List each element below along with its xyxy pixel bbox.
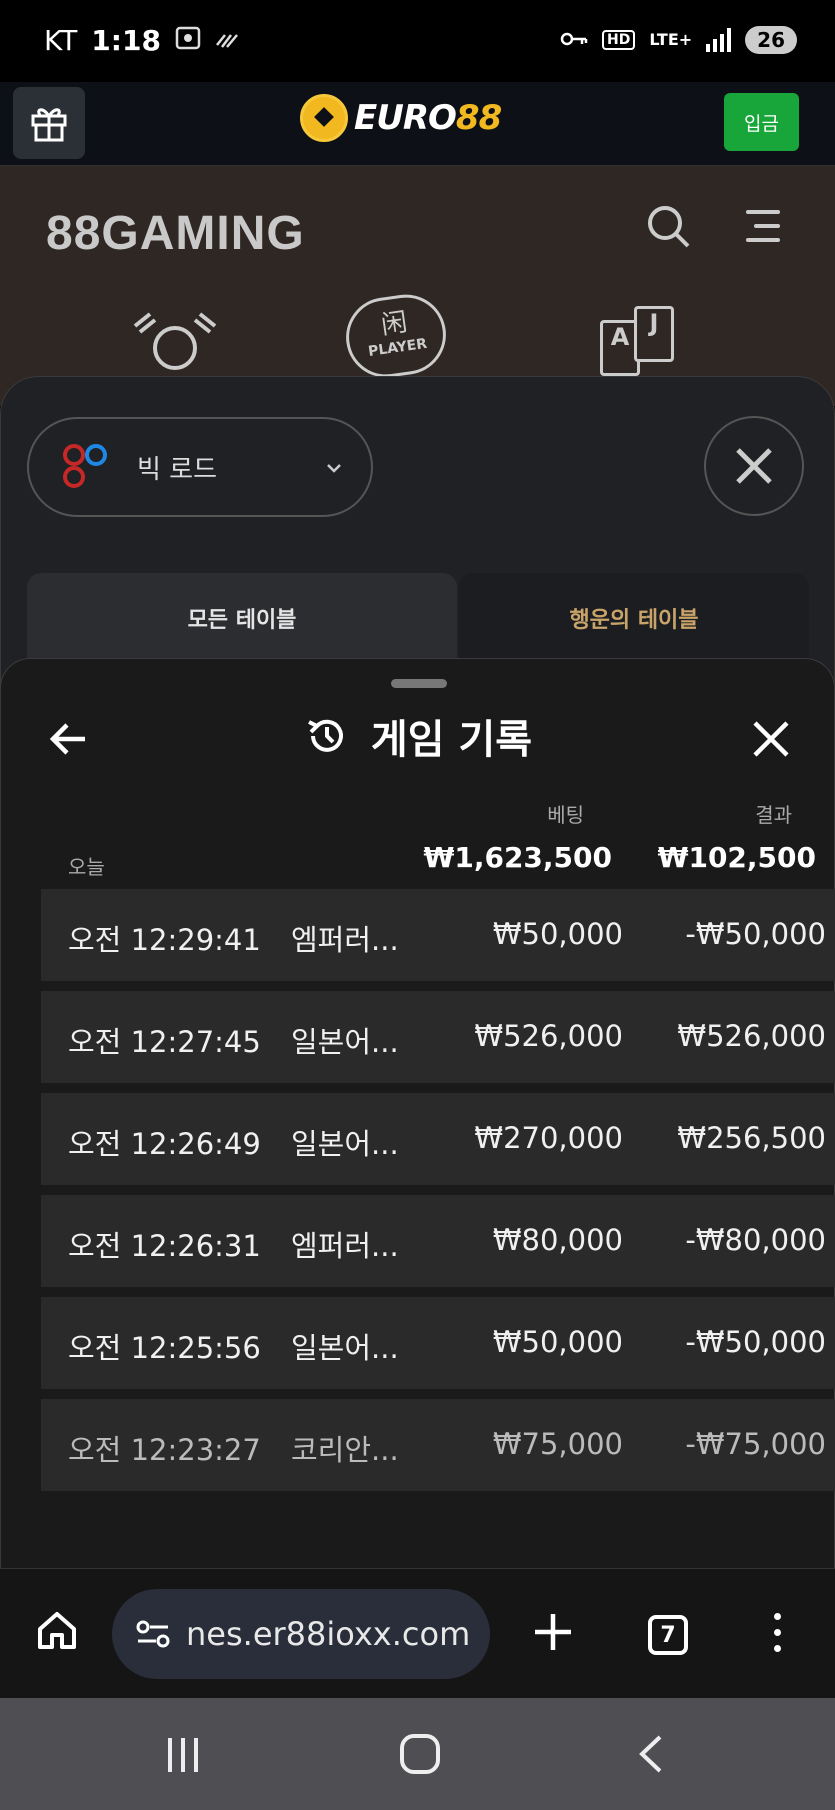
history-title-text: 게임 기록 xyxy=(370,717,533,763)
status-bar: KT 1:18 HD LTE+ 26 xyxy=(0,0,835,82)
today-label: 오늘 xyxy=(68,855,105,879)
search-button[interactable] xyxy=(646,204,692,254)
close-icon xyxy=(736,448,772,484)
history-row[interactable]: 오전 12:25:56 일본어... ₩50,000 -₩50,000 xyxy=(41,1297,835,1389)
tab-switcher-button[interactable]: 7 xyxy=(648,1615,688,1655)
browser-home-button[interactable] xyxy=(36,1609,78,1655)
game-history-sheet: 게임 기록 베팅 결과 오늘 ₩1,623,500 ₩102,500 오전 12… xyxy=(0,658,835,1568)
history-icon xyxy=(308,719,343,752)
korea-flag-icon xyxy=(133,312,217,370)
row-game: 일본어... xyxy=(291,1025,399,1059)
sync-icon xyxy=(215,27,239,55)
row-game: 일본어... xyxy=(291,1127,399,1161)
tab-all-tables[interactable]: 모든 테이블 xyxy=(27,573,457,663)
system-back-button[interactable] xyxy=(636,1734,666,1778)
address-bar[interactable]: nes.er88ioxx.com xyxy=(112,1589,490,1679)
arrow-left-icon xyxy=(49,723,85,755)
history-row[interactable]: 오전 12:26:31 엠퍼러... ₩80,000 -₩80,000 xyxy=(41,1195,835,1287)
row-result: -₩80,000 xyxy=(685,1223,826,1257)
battery-level: 26 xyxy=(745,26,797,54)
road-modal-close-button[interactable] xyxy=(704,416,804,516)
history-row[interactable]: 오전 12:29:41 엠퍼러... ₩50,000 -₩50,000 xyxy=(41,889,835,981)
site-header: EURO88 입금 xyxy=(0,82,835,166)
cards-icon: A J xyxy=(600,306,690,376)
row-result: -₩75,000 xyxy=(685,1427,826,1461)
row-time: 오전 12:26:31 xyxy=(68,1229,261,1263)
history-row[interactable]: 오전 12:27:45 일본어... ₩526,000 ₩526,000 xyxy=(41,991,835,1083)
system-home-button[interactable] xyxy=(400,1734,440,1774)
gaming-header: 88GAMING 闲 PLAYER A J xyxy=(0,166,835,406)
network-type: LTE+ xyxy=(649,30,693,49)
tab-lucky-tables[interactable]: 행운의 테이블 xyxy=(459,573,809,663)
history-row[interactable]: 오전 12:26:49 일본어... ₩270,000 ₩256,500 xyxy=(41,1093,835,1185)
row-result: ₩256,500 xyxy=(677,1121,826,1155)
row-time: 오전 12:26:49 xyxy=(68,1127,261,1161)
history-title: 게임 기록 xyxy=(1,707,835,765)
history-list: 오전 12:29:41 엠퍼러... ₩50,000 -₩50,000 오전 1… xyxy=(41,889,835,1501)
row-time: 오전 12:23:27 xyxy=(68,1433,261,1467)
bet-column-header: 베팅 xyxy=(547,803,584,827)
gift-icon xyxy=(31,108,67,142)
row-time: 오전 12:29:41 xyxy=(68,923,261,957)
hd-voice-badge: HD xyxy=(602,30,636,50)
browser-toolbar: nes.er88ioxx.com 7 xyxy=(0,1568,835,1698)
url-text: nes.er88ioxx.com xyxy=(186,1615,471,1653)
recent-apps-button[interactable] xyxy=(168,1738,198,1772)
row-result: -₩50,000 xyxy=(685,1325,826,1359)
row-result: ₩526,000 xyxy=(677,1019,826,1053)
road-logo-icon xyxy=(63,440,113,494)
row-game: 엠퍼러... xyxy=(291,923,399,957)
table-tabs: 모든 테이블 행운의 테이블 xyxy=(27,573,809,663)
menu-button[interactable] xyxy=(740,210,780,252)
chevron-left-icon xyxy=(639,1735,662,1773)
row-bet: ₩50,000 xyxy=(492,917,623,951)
deposit-button[interactable]: 입금 xyxy=(724,93,799,151)
clock: 1:18 xyxy=(91,24,161,57)
brand-name: EURO xyxy=(354,98,457,138)
row-bet: ₩80,000 xyxy=(492,1223,623,1257)
road-type-label: 빅 로드 xyxy=(137,454,218,485)
row-bet: ₩270,000 xyxy=(474,1121,623,1155)
history-close-button[interactable] xyxy=(747,715,795,763)
home-icon xyxy=(38,1612,76,1649)
chevron-down-icon xyxy=(325,455,343,480)
sheet-drag-handle[interactable] xyxy=(391,679,447,688)
player-category-icon: 闲 PLAYER xyxy=(340,289,452,383)
site-settings-icon xyxy=(136,1620,170,1648)
more-options-button[interactable] xyxy=(774,1613,782,1661)
row-bet: ₩75,000 xyxy=(492,1427,623,1461)
row-bet: ₩50,000 xyxy=(492,1325,623,1359)
gaming-logo[interactable]: 88GAMING xyxy=(46,206,305,261)
back-button[interactable] xyxy=(45,715,93,763)
brand-logo[interactable]: EURO88 xyxy=(300,94,502,142)
row-time: 오전 12:25:56 xyxy=(68,1331,261,1365)
gift-button[interactable] xyxy=(13,87,85,159)
total-result: ₩102,500 xyxy=(657,841,816,874)
new-tab-button[interactable] xyxy=(532,1611,574,1661)
card-jack: J xyxy=(634,306,674,362)
road-type-select[interactable]: 빅 로드 xyxy=(27,417,373,517)
total-bet: ₩1,623,500 xyxy=(423,841,612,874)
soccer-ball-icon xyxy=(300,94,348,142)
plus-icon xyxy=(535,1614,571,1650)
row-result: -₩50,000 xyxy=(685,917,826,951)
row-game: 일본어... xyxy=(291,1331,399,1365)
carrier-label: KT xyxy=(44,24,78,57)
row-game: 엠퍼러... xyxy=(291,1229,399,1263)
close-icon xyxy=(753,721,789,757)
brand-number: 88 xyxy=(455,98,502,138)
system-nav-bar xyxy=(0,1698,835,1810)
row-bet: ₩526,000 xyxy=(474,1019,623,1053)
search-icon xyxy=(648,206,690,248)
screenshot-icon xyxy=(175,26,201,56)
row-game: 코리안... xyxy=(291,1433,399,1467)
row-time: 오전 12:27:45 xyxy=(68,1025,261,1059)
history-row[interactable]: 오전 12:23:27 코리안... ₩75,000 -₩75,000 xyxy=(41,1399,835,1491)
result-column-header: 결과 xyxy=(755,803,792,827)
key-icon xyxy=(560,28,588,52)
signal-icon xyxy=(706,28,732,52)
